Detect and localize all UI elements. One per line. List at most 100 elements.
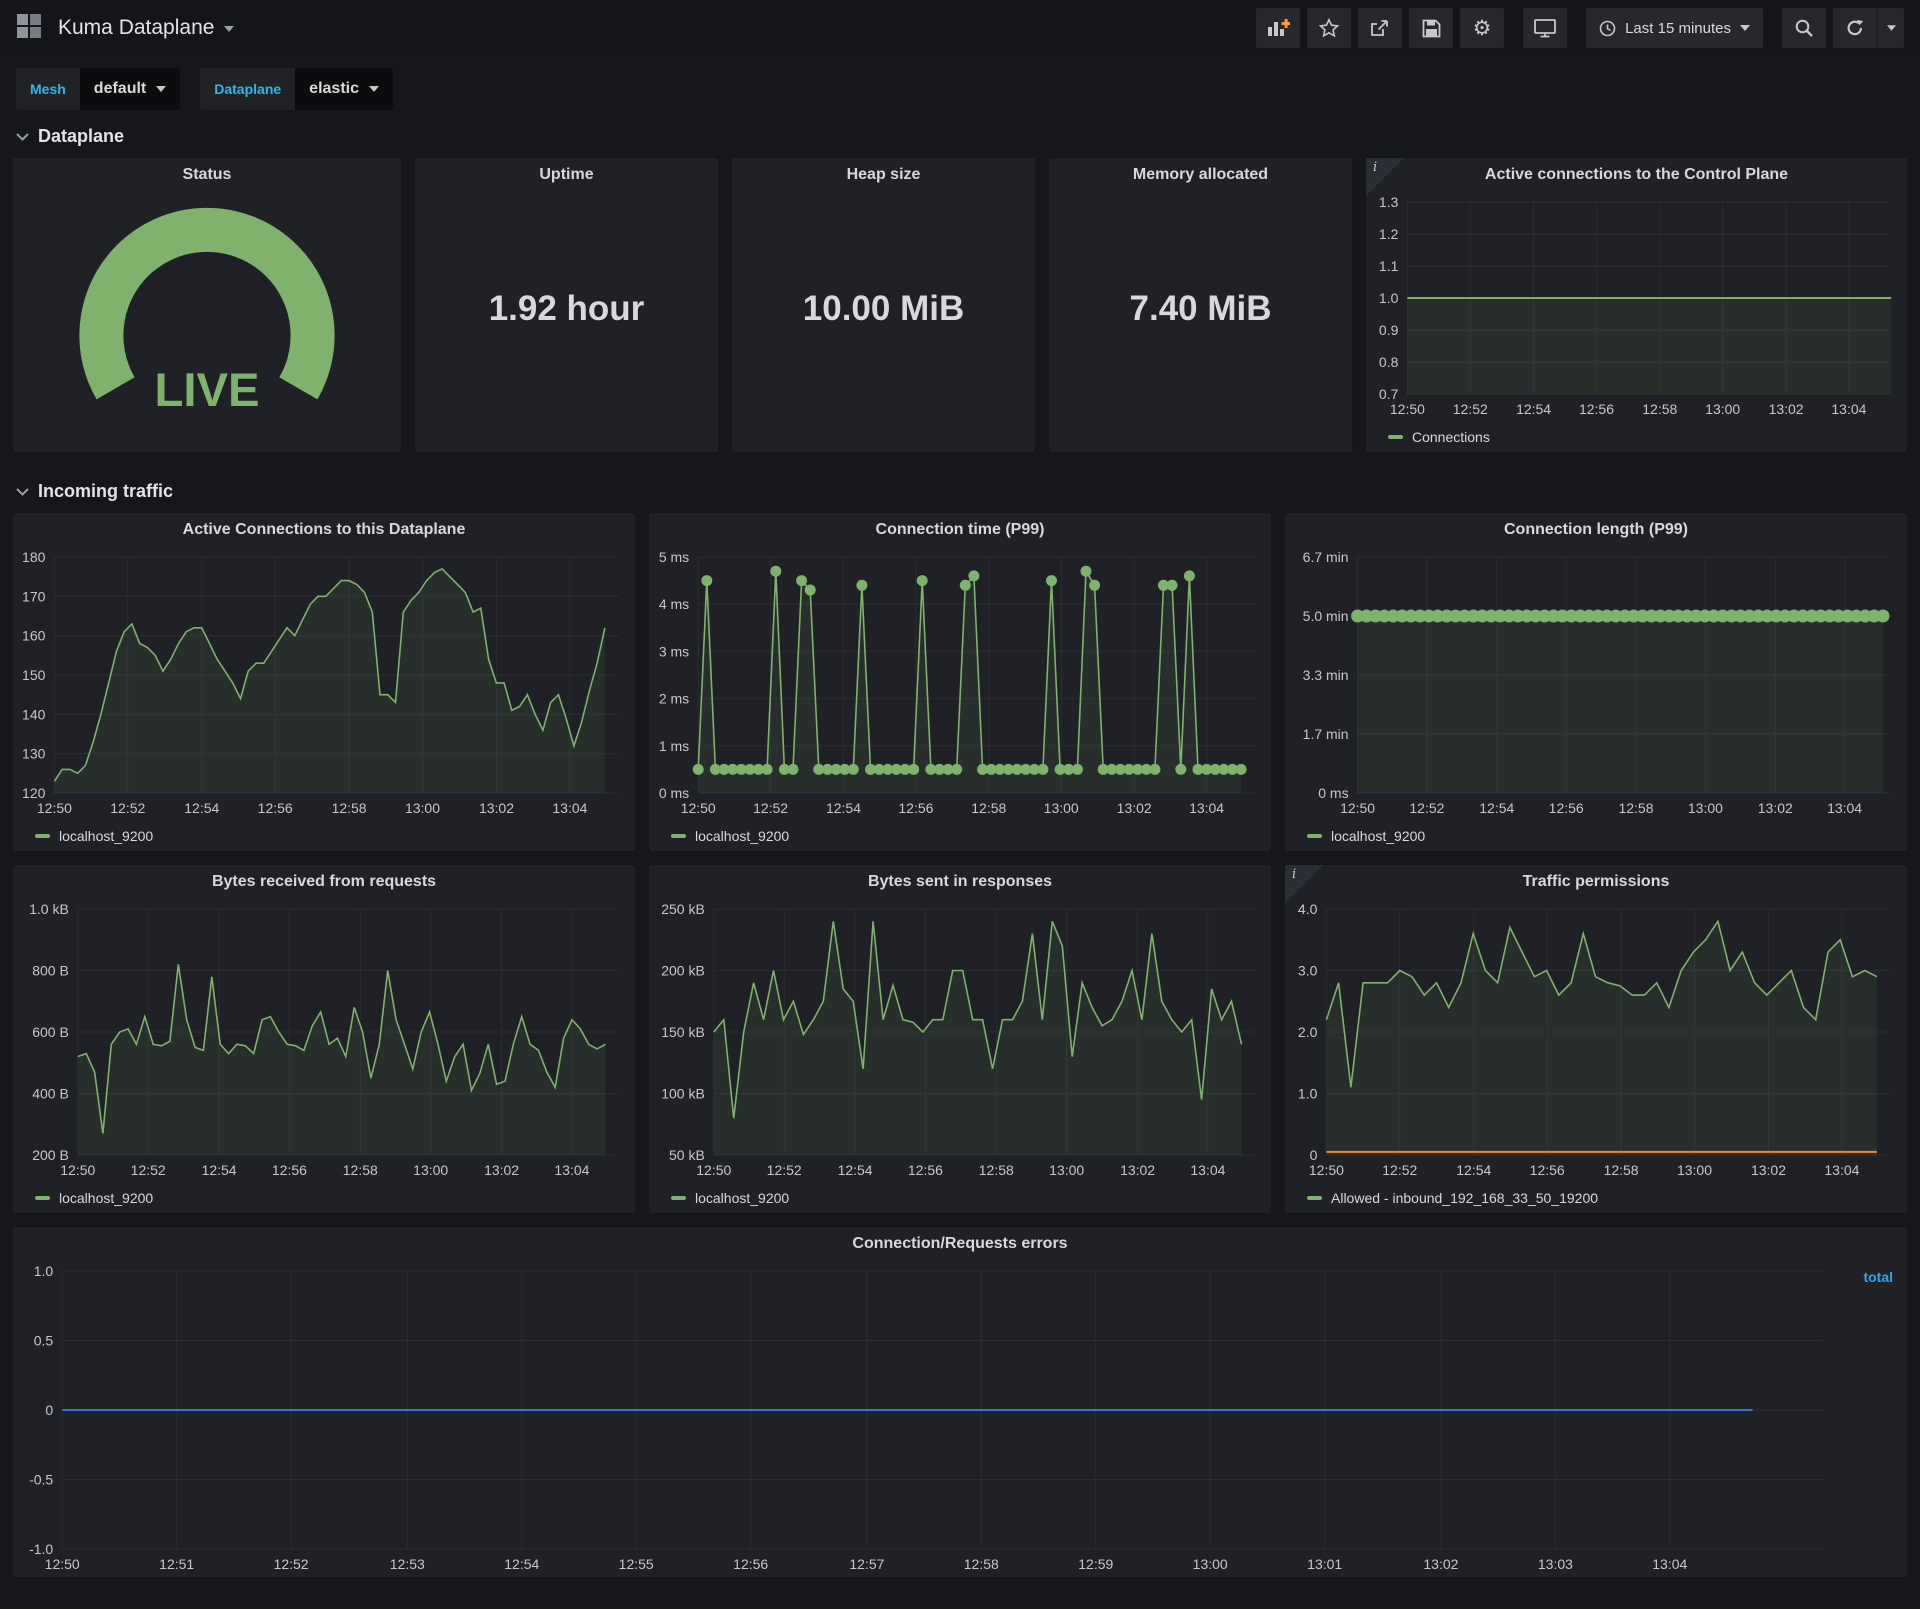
panel-traffic-permissions: i Traffic permissions 0 1.0 2.0 3.0 4.0 12:50…: [1284, 864, 1908, 1214]
svg-text:12:51: 12:51: [159, 1556, 194, 1572]
svg-text:-1.0: -1.0: [29, 1541, 53, 1557]
panel-connection-length: Connection length (P99) 0 ms 1.7 min 3.3 m…: [1284, 512, 1908, 852]
svg-text:12:58: 12:58: [964, 1556, 999, 1572]
variable-dataplane-selected: elastic: [309, 80, 359, 97]
panel-memory-allocated: Memory allocated 7.40 MiB: [1048, 157, 1353, 453]
svg-text:12:50: 12:50: [696, 1162, 731, 1178]
refresh-interval-dropdown[interactable]: [1877, 8, 1904, 48]
svg-text:0: 0: [45, 1402, 53, 1418]
zoom-out-button[interactable]: [1782, 8, 1826, 48]
svg-text:13:04: 13:04: [1824, 1162, 1859, 1178]
panel-title[interactable]: Memory allocated: [1049, 158, 1352, 192]
legend-swatch: [1388, 435, 1403, 439]
control-plane-connections-chart[interactable]: 0.7 0.8 0.9 1.0 1.1 1.2 1.3 12:50 12:52 12:54 12:5…: [1366, 192, 1907, 422]
add-panel-icon: [1268, 19, 1291, 36]
svg-text:13:02: 13:02: [1751, 1162, 1786, 1178]
connection-length-chart[interactable]: 0 ms 1.7 min 3.3 min 5.0 min 6.7 min 12:50 12:…: [1285, 547, 1907, 821]
panel-title[interactable]: Connection length (P99): [1285, 513, 1907, 547]
variable-mesh-value[interactable]: default: [79, 68, 181, 110]
chart-legend: localhost_9200: [649, 821, 1271, 851]
refresh-button[interactable]: [1833, 8, 1904, 48]
star-button[interactable]: [1307, 8, 1352, 48]
svg-text:250 kB: 250 kB: [661, 901, 705, 917]
svg-text:13:00: 13:00: [1193, 1556, 1228, 1572]
chart-legend: Connections: [1366, 422, 1907, 452]
variable-dataplane-value[interactable]: elastic: [295, 68, 393, 110]
chart-legend: total: [1863, 1269, 1893, 1285]
chevron-down-icon: [224, 19, 235, 37]
connection-errors-chart[interactable]: -1.0 -0.5 0 0.5 1.0 12:50 12:51 12:52 12:53 12:54…: [13, 1261, 1907, 1577]
section-dataplane[interactable]: Dataplane: [0, 110, 1920, 157]
time-range-picker[interactable]: Last 15 minutes: [1586, 8, 1763, 48]
panel-title[interactable]: Uptime: [415, 158, 718, 192]
share-button[interactable]: [1358, 8, 1403, 48]
heap-size-value: 10.00 MiB: [802, 289, 965, 328]
memory-allocated-value: 7.40 MiB: [1129, 289, 1272, 328]
panel-title[interactable]: Active connections to the Control Plane: [1366, 158, 1907, 192]
connection-time-chart[interactable]: 0 ms 1 ms 2 ms 3 ms 4 ms 5 ms 12:50 12:52 12:54 1…: [649, 547, 1271, 821]
svg-text:13:01: 13:01: [1307, 1556, 1342, 1572]
panel-info-icon[interactable]: i: [1285, 865, 1323, 903]
svg-text:12:50: 12:50: [681, 800, 716, 816]
legend-label[interactable]: Connections: [1412, 429, 1490, 445]
legend-label[interactable]: localhost_9200: [695, 1190, 789, 1206]
svg-text:3 ms: 3 ms: [659, 643, 689, 659]
svg-text:3.0: 3.0: [1298, 963, 1318, 979]
add-panel-button[interactable]: [1256, 8, 1301, 48]
traffic-permissions-chart[interactable]: 0 1.0 2.0 3.0 4.0 12:50 12:52 12:54 12:56 12:58 13…: [1285, 899, 1907, 1183]
page-title: Kuma Dataplane: [58, 16, 215, 39]
legend-label[interactable]: Allowed - inbound_192_168_33_50_19200: [1331, 1190, 1598, 1206]
legend-label[interactable]: localhost_9200: [59, 828, 153, 844]
panel-title[interactable]: Connection/Requests errors: [13, 1227, 1907, 1261]
svg-text:180: 180: [22, 549, 46, 565]
panel-title[interactable]: Connection time (P99): [649, 513, 1271, 547]
status-live-text: LIVE: [154, 364, 259, 417]
bytes-received-chart[interactable]: 200 B 400 B 600 B 800 B 1.0 kB 12:50 12:52 12:5…: [13, 899, 635, 1183]
panel-title[interactable]: Status: [13, 158, 401, 192]
tv-mode-button[interactable]: [1523, 8, 1568, 48]
svg-text:12:58: 12:58: [979, 1162, 1014, 1178]
legend-label[interactable]: total: [1863, 1269, 1893, 1285]
svg-text:1 ms: 1 ms: [659, 738, 689, 754]
legend-label[interactable]: localhost_9200: [695, 828, 789, 844]
panel-title[interactable]: Bytes sent in responses: [649, 865, 1271, 899]
panel-title[interactable]: Heap size: [732, 158, 1035, 192]
legend-swatch: [671, 834, 686, 838]
settings-button[interactable]: ⚙: [1460, 8, 1505, 48]
svg-text:12:54: 12:54: [1456, 1162, 1491, 1178]
svg-text:12:58: 12:58: [332, 800, 367, 816]
bytes-sent-chart[interactable]: 50 kB 100 kB 150 kB 200 kB 250 kB 12:50 12:52 1…: [649, 899, 1271, 1183]
legend-label[interactable]: localhost_9200: [59, 1190, 153, 1206]
section-incoming-traffic[interactable]: Incoming traffic: [0, 465, 1920, 512]
panel-title[interactable]: Traffic permissions: [1285, 865, 1907, 899]
svg-text:13:02: 13:02: [1120, 1162, 1155, 1178]
svg-text:13:00: 13:00: [1044, 800, 1079, 816]
svg-text:13:02: 13:02: [484, 1162, 519, 1178]
svg-text:13:02: 13:02: [1117, 800, 1152, 816]
svg-text:12:56: 12:56: [272, 1162, 307, 1178]
save-button[interactable]: [1409, 8, 1454, 48]
legend-label[interactable]: localhost_9200: [1331, 828, 1425, 844]
legend-swatch: [35, 834, 50, 838]
svg-text:0 ms: 0 ms: [659, 785, 689, 801]
svg-text:12:56: 12:56: [258, 800, 293, 816]
apps-grid-icon[interactable]: [16, 13, 42, 44]
chart-legend: localhost_9200: [13, 821, 635, 851]
svg-text:0.5: 0.5: [34, 1333, 54, 1349]
panel-title[interactable]: Active Connections to this Dataplane: [13, 513, 635, 547]
svg-text:12:52: 12:52: [767, 1162, 802, 1178]
chevron-down-icon: [16, 132, 29, 141]
svg-text:12:50: 12:50: [37, 800, 72, 816]
chart-legend: Allowed - inbound_192_168_33_50_19200: [1285, 1183, 1907, 1213]
svg-text:-0.5: -0.5: [29, 1472, 53, 1488]
monitor-icon: [1534, 18, 1556, 37]
variable-mesh[interactable]: Mesh default: [16, 68, 181, 110]
svg-text:13:00: 13:00: [405, 800, 440, 816]
chart-legend: localhost_9200: [649, 1183, 1271, 1213]
variable-dataplane[interactable]: Dataplane elastic: [200, 68, 393, 110]
svg-text:13:04: 13:04: [552, 800, 587, 816]
active-connections-chart[interactable]: 120 130 140 150 160 170 180 12:50 12:52 12:54 12:5…: [13, 547, 635, 821]
dashboard-title-dropdown[interactable]: Kuma Dataplane: [58, 16, 235, 40]
panel-info-icon[interactable]: i: [1366, 158, 1404, 196]
panel-title[interactable]: Bytes received from requests: [13, 865, 635, 899]
